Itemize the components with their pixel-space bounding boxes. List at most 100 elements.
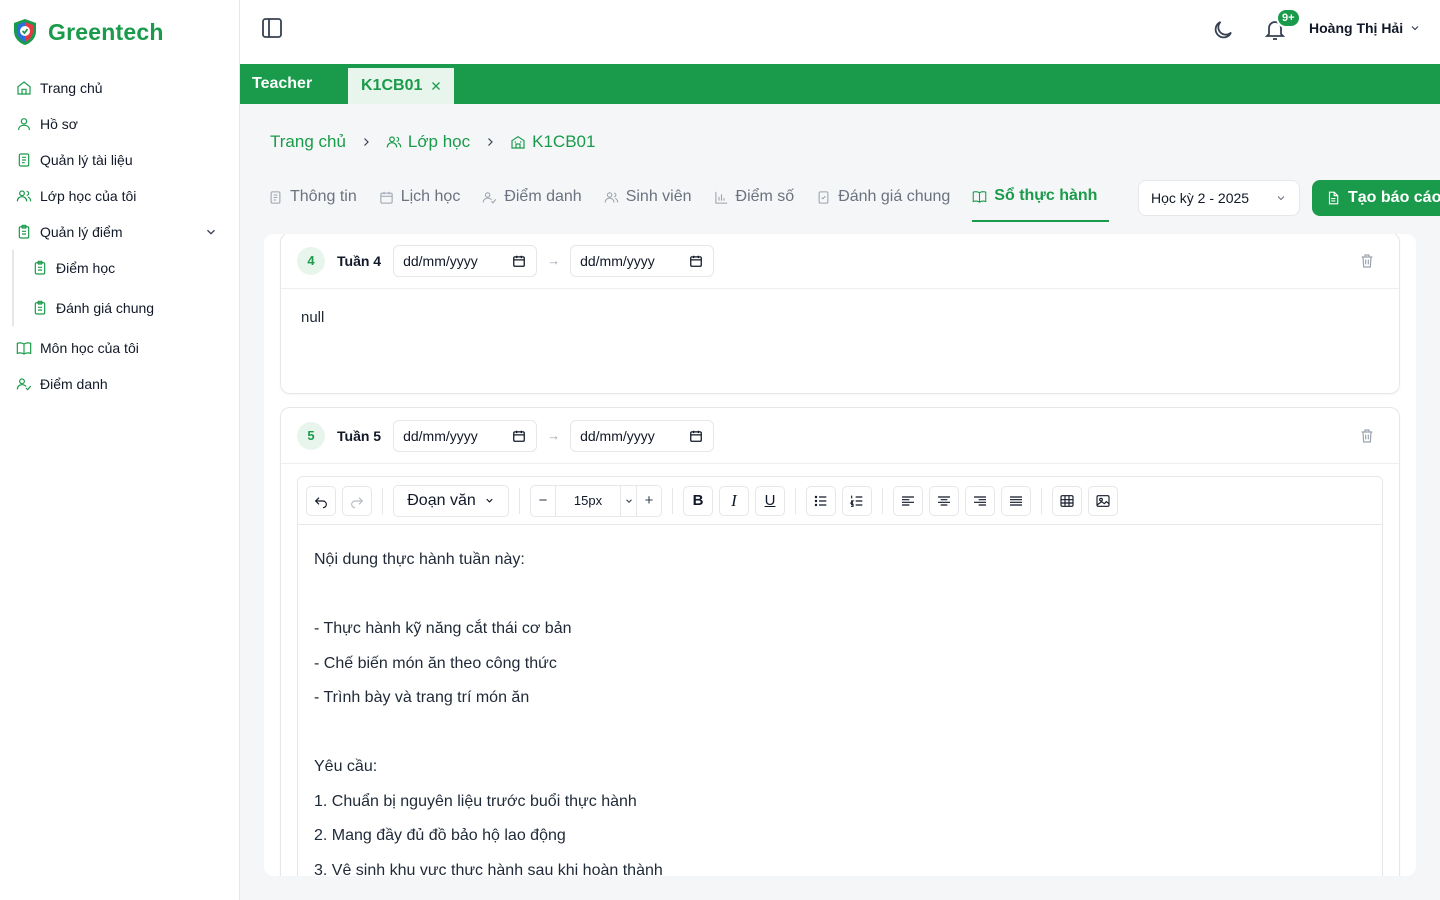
school-icon [511, 135, 525, 149]
open-tabs-bar: Teacher K1CB01 [240, 64, 1440, 104]
users-icon [604, 191, 618, 203]
editor-line [314, 578, 1366, 613]
arrow-right-icon: → [547, 253, 561, 268]
users-icon [16, 190, 32, 202]
trash-icon[interactable] [1359, 253, 1375, 269]
sidebar-item-attendance[interactable]: Điểm danh [16, 373, 108, 395]
sidebar-item-label: Quản lý điểm [40, 224, 123, 240]
font-size-decrease-button[interactable]: − [531, 486, 555, 516]
date-placeholder: dd/mm/yyyy [580, 427, 655, 444]
sidebar: Greentech Trang chủ Hồ sơ Quản lý tài li… [0, 0, 240, 900]
end-date-input[interactable]: dd/mm/yyyy [570, 244, 715, 277]
tab-info[interactable]: Thông tin [268, 182, 369, 222]
editor-line: - Chế biến món ăn theo công thức [314, 654, 557, 672]
tab-practice-book[interactable]: Sổ thực hành [972, 182, 1110, 222]
underline-icon: U [764, 492, 776, 509]
align-justify-icon [1010, 495, 1022, 506]
italic-icon: I [731, 490, 737, 510]
tab-k1cb01[interactable]: K1CB01 [348, 68, 454, 104]
start-date-input[interactable]: dd/mm/yyyy [393, 419, 538, 452]
align-center-button[interactable] [929, 485, 959, 516]
align-left-button[interactable] [893, 485, 923, 516]
breadcrumb-label: K1CB01 [532, 132, 596, 151]
toolbar-divider [519, 487, 520, 514]
calendar-icon[interactable] [512, 254, 526, 268]
chevron-right-icon [363, 138, 369, 146]
start-date-input[interactable]: dd/mm/yyyy [393, 244, 538, 277]
rich-text-editor: Đoạn văn − 15px + B I U Nội dung thực hà… [297, 476, 1383, 876]
italic-button[interactable]: I [719, 485, 749, 516]
table-icon [1060, 494, 1074, 507]
tab-general-evaluation[interactable]: Đánh giá chung [816, 182, 962, 222]
close-icon[interactable] [430, 80, 442, 92]
tab-attendance[interactable]: Điểm danh [482, 182, 593, 222]
redo-icon [351, 496, 364, 508]
tab-students[interactable]: Sinh viên [604, 182, 704, 222]
toolbar-divider [382, 487, 383, 514]
font-size-increase-button[interactable]: + [637, 486, 661, 516]
tab-label: Thông tin [290, 188, 357, 205]
underline-button[interactable]: U [755, 485, 785, 516]
calendar-icon[interactable] [689, 254, 703, 268]
calendar-icon[interactable] [512, 429, 526, 443]
breadcrumb-classes[interactable]: Lớp học [386, 132, 470, 152]
semester-select[interactable]: Học kỳ 2 - 2025 [1138, 180, 1300, 216]
sidebar-item-my-subjects[interactable]: Môn học của tôi [16, 337, 139, 359]
toolbar-divider [1041, 487, 1042, 514]
create-report-button[interactable]: Tạo báo cáo [1312, 180, 1440, 216]
topbar: 9+ Hoàng Thị Hải [240, 0, 1440, 64]
block-type-select[interactable]: Đoạn văn [393, 484, 509, 517]
bullet-list-button[interactable] [806, 485, 836, 516]
tab-scores[interactable]: Điểm số [714, 182, 807, 222]
file-icon [1328, 191, 1339, 205]
bold-icon: B [692, 492, 704, 509]
sidebar-item-grade-management[interactable]: Quản lý điểm [16, 221, 122, 243]
align-right-button[interactable] [965, 485, 995, 516]
editor-toolbar: Đoạn văn − 15px + B I U [298, 477, 1382, 525]
editor-line: 3. Vệ sinh khu vực thực hành sau khi hoà… [314, 861, 663, 877]
font-size-value[interactable]: 15px [555, 485, 621, 516]
numbered-list-icon [849, 495, 863, 507]
user-menu[interactable]: Hoàng Thị Hải [1309, 20, 1421, 36]
chevron-right-icon [488, 138, 493, 146]
week-number: 5 [297, 421, 325, 450]
chevron-down-icon[interactable] [204, 225, 218, 239]
week-header: 5 Tuần 5 dd/mm/yyyy → dd/mm/yyyy [281, 408, 1399, 464]
insert-image-button[interactable] [1088, 485, 1118, 516]
tab-schedule[interactable]: Lịch học [379, 182, 473, 222]
sidebar-item-general-evaluation[interactable]: Đánh giá chung [32, 297, 154, 319]
trash-icon[interactable] [1359, 428, 1375, 444]
brand-name: Greentech [48, 18, 164, 45]
user-name: Hoàng Thị Hải [1309, 20, 1404, 36]
sidebar-item-study-grades[interactable]: Điểm học [32, 257, 115, 279]
font-size-dropdown[interactable] [621, 485, 637, 516]
align-justify-button[interactable] [1001, 485, 1031, 516]
undo-button[interactable] [306, 485, 336, 516]
sidebar-item-documents[interactable]: Quản lý tài liệu [16, 149, 133, 171]
arrow-right-icon: → [547, 428, 561, 443]
redo-button[interactable] [342, 485, 372, 516]
insert-table-button[interactable] [1052, 485, 1082, 516]
role-tab[interactable]: Teacher [252, 75, 312, 93]
bold-button[interactable]: B [683, 485, 713, 516]
chevron-down-icon [1277, 196, 1285, 201]
numbered-list-button[interactable] [842, 485, 872, 516]
breadcrumb-label: Trang chủ [270, 132, 346, 151]
editor-content[interactable]: Nội dung thực hành tuần này: - Thực hành… [298, 525, 1382, 876]
moon-icon[interactable] [1211, 18, 1235, 42]
notification-badge: 9+ [1276, 8, 1301, 28]
calendar-icon[interactable] [689, 429, 703, 443]
users-icon [386, 136, 402, 148]
week-number: 4 [297, 246, 325, 275]
breadcrumb-home[interactable]: Trang chủ [270, 132, 346, 152]
sidebar-item-home[interactable]: Trang chủ [16, 77, 103, 99]
brand[interactable]: Greentech [12, 18, 164, 46]
main-content: Trang chủ Lớp học K1CB01 Thông tin Lịch … [240, 104, 1440, 900]
sidebar-item-label: Quản lý tài liệu [40, 152, 133, 168]
sidebar-item-profile[interactable]: Hồ sơ [16, 113, 78, 135]
sidebar-item-my-classes[interactable]: Lớp học của tôi [16, 185, 136, 207]
sidebar-toggle-icon[interactable] [260, 16, 284, 40]
week-label: Tuần 5 [337, 427, 382, 444]
document-icon [270, 190, 281, 204]
end-date-input[interactable]: dd/mm/yyyy [570, 419, 715, 452]
